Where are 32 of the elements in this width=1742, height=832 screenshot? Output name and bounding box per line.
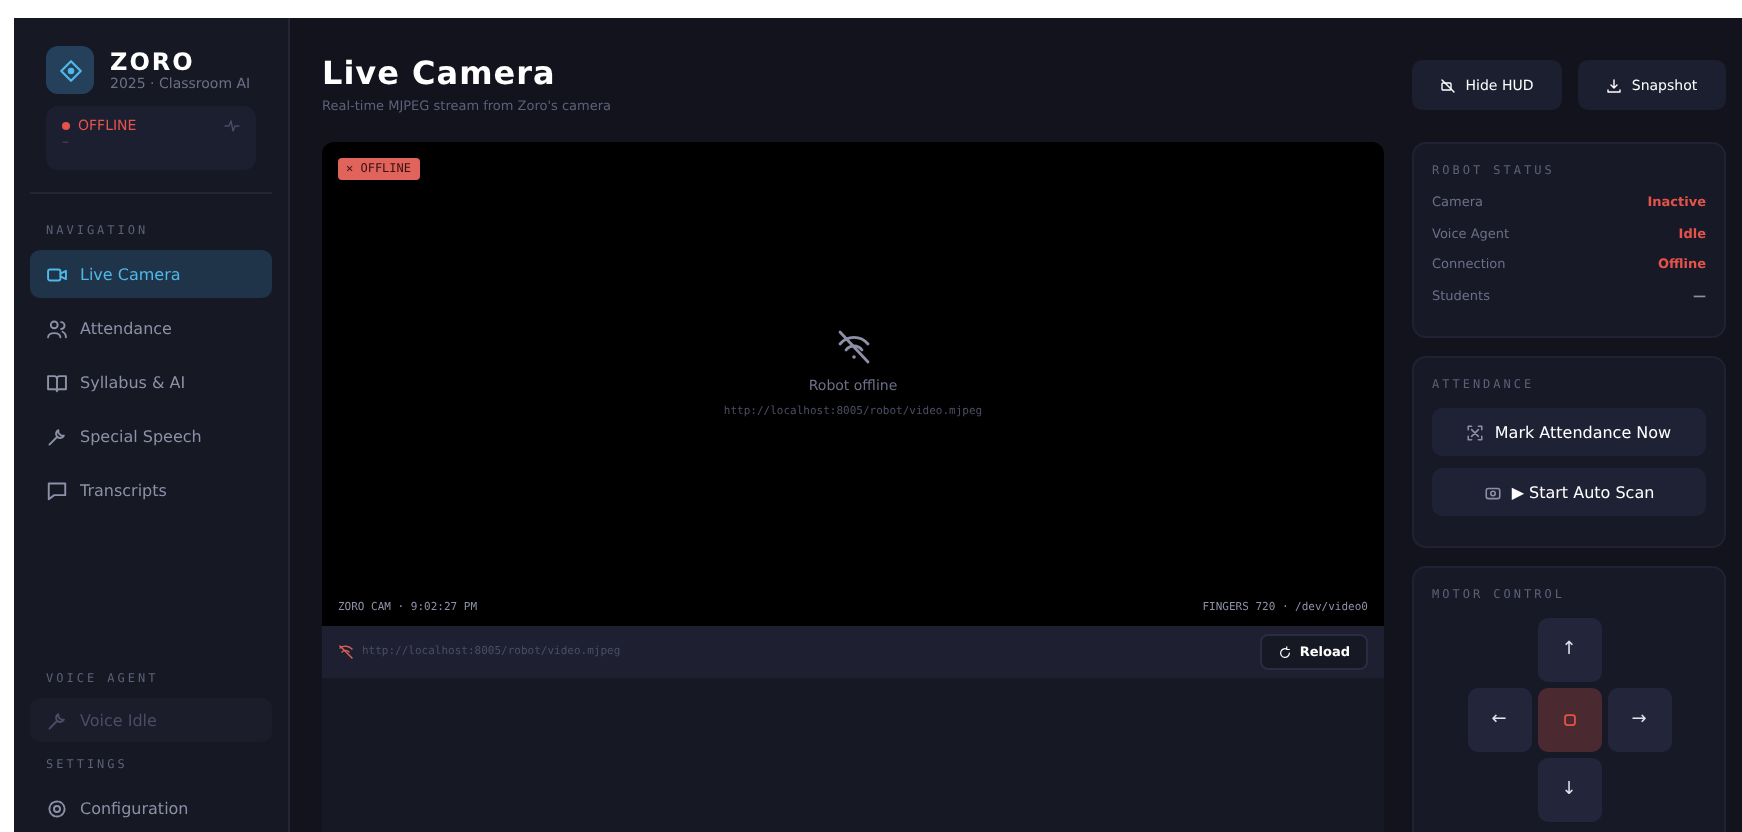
gear-icon xyxy=(46,797,68,819)
mark-attendance-button[interactable]: Mark Attendance Now xyxy=(1432,408,1706,456)
diamond-icon xyxy=(57,57,83,83)
people-icon xyxy=(46,317,68,339)
refresh-icon xyxy=(1277,645,1292,659)
nav-item[interactable]: Live Camera xyxy=(30,250,272,298)
left-button[interactable]: ← xyxy=(1467,688,1531,752)
download-icon xyxy=(1605,77,1622,93)
nav-item[interactable]: Special Speech xyxy=(30,412,272,460)
nav-item[interactable]: Configuration xyxy=(30,784,272,832)
wrench-icon xyxy=(46,709,68,731)
auto-scan-button[interactable]: ▶ Start Auto Scan xyxy=(1432,468,1706,516)
camera-off-icon xyxy=(1439,77,1456,93)
camera-icon xyxy=(1483,483,1502,501)
stop-icon xyxy=(1559,710,1579,730)
video-camera-icon xyxy=(46,263,68,285)
nav-item[interactable]: Attendance xyxy=(30,304,272,352)
wifi-off-icon xyxy=(338,644,354,660)
chat-icon xyxy=(46,479,68,501)
stop-button[interactable] xyxy=(1537,688,1601,752)
wrench-icon xyxy=(46,425,68,447)
nav-item[interactable]: Transcripts xyxy=(30,466,272,514)
wifi-off-icon xyxy=(833,328,873,366)
scan-icon xyxy=(1466,423,1485,441)
down-button[interactable]: ↓ xyxy=(1537,758,1601,822)
page-title: Live Camera xyxy=(322,54,558,92)
up-button[interactable]: ↑ xyxy=(1537,618,1601,682)
brand-name: ZORO xyxy=(110,48,197,76)
pulse-icon xyxy=(224,118,240,134)
right-button[interactable]: → xyxy=(1607,688,1671,752)
book-icon xyxy=(46,371,68,393)
nav-item[interactable]: Syllabus & AI xyxy=(30,358,272,406)
